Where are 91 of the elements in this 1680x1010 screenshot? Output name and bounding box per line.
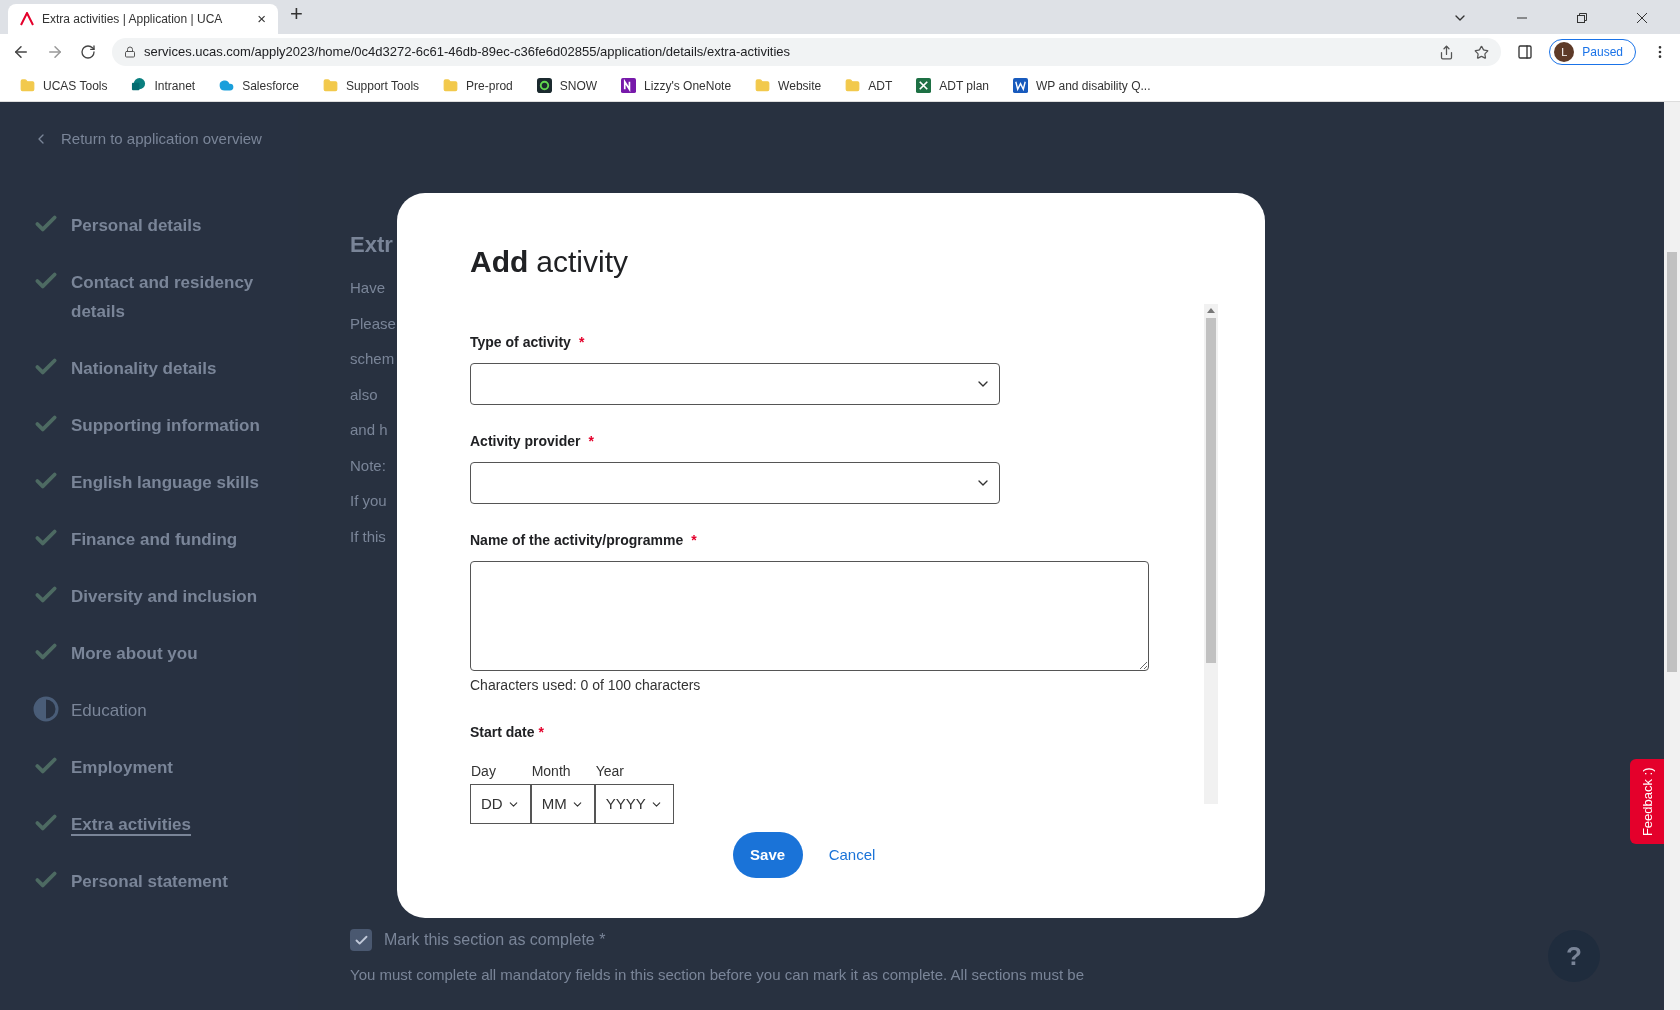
paragraph-text: schem [350,349,395,369]
bookmark[interactable]: Support Tools [318,76,424,95]
nav-link[interactable]: Contact and residency details [71,267,282,326]
page-heading: Extr [350,231,393,259]
complete-checkbox[interactable] [350,929,372,951]
paragraph-text: and h [350,420,388,440]
bookmark[interactable]: Salesforce [215,76,303,95]
notice-text: You must complete all mandatory fields in this section before you can mark it as complete. All sections must be [350,965,1084,985]
date-select[interactable]: MM [530,784,595,824]
bookmark[interactable]: Intranet [127,76,200,95]
nav-link[interactable]: Education [71,695,147,725]
reload-icon[interactable] [80,44,96,60]
url-text: services.ucas.com/apply2023/home/0c4d3272-6c61-46db-89ec-c36fe6d02855/application/details/extra-activities [144,43,792,62]
folder-icon [755,78,771,93]
restore-icon[interactable] [1576,12,1588,24]
field-label: Name of the activity/programme [470,531,684,550]
forward-icon[interactable] [46,43,64,61]
nav-link[interactable]: Diversity and inclusion [71,581,258,611]
nav-link[interactable]: English language skills [71,467,259,497]
field-label: Start date [470,723,535,742]
tab-close[interactable]: × [257,7,266,31]
nav-link[interactable]: Extra activities [71,809,191,839]
date-part-label: Day [470,762,497,781]
help-button[interactable]: ? [1548,930,1600,982]
browser-tab[interactable]: Extra activities | Application | UCA × [8,4,278,34]
new-tab-button[interactable]: + [278,0,315,34]
modal-title: Add activity [470,244,629,280]
folder-icon [443,78,459,93]
nav-link[interactable]: Personal statement [71,866,228,896]
share-icon[interactable] [1439,44,1455,60]
bookmark[interactable]: SNOW [532,76,602,95]
nav-link[interactable]: Supporting information [71,410,260,440]
logo-icon [20,12,34,26]
required-mark: * [578,333,585,352]
modal-scrollbar[interactable] [1204,304,1218,804]
lock-icon [124,46,136,58]
half-circle-icon [33,695,59,722]
app-icon [536,78,552,93]
select-field[interactable] [470,462,1000,504]
avatar: L [1554,42,1575,62]
field-label: Activity provider [470,432,581,451]
side-panel-icon[interactable] [1517,44,1534,60]
folder-icon [322,78,338,93]
character-count: Characters used: 0 of 100 characters [470,676,702,695]
bookmark-star-icon[interactable] [1474,44,1490,60]
nav-link[interactable]: Personal details [71,210,202,240]
bookmark[interactable]: ADT plan [912,76,994,95]
paragraph-text: Please [350,313,396,334]
cloud-icon [219,78,235,93]
date-part-label: Year [594,762,625,781]
checkbox-label: Mark this section as complete * [384,930,606,950]
save-button[interactable]: Save [732,832,803,878]
required-mark: * [538,723,545,742]
text-area[interactable] [470,561,1149,671]
bookmark[interactable]: ADT [841,76,897,95]
nav-link[interactable]: More about you [71,638,198,668]
paragraph-text: If you [350,491,387,511]
paragraph-text: also [350,384,378,405]
bookmark[interactable]: UCAS Tools [16,76,112,95]
folder-icon [845,78,861,93]
bookmark[interactable]: Website [751,76,826,95]
onenote-icon [621,78,637,93]
cancel-link[interactable]: Cancel [828,843,876,867]
field-label: Type of activity [470,333,571,352]
nav-link[interactable]: Nationality details [71,353,217,383]
close-icon[interactable] [1636,12,1648,24]
folder-icon [20,78,35,93]
scroll-up-icon[interactable] [1207,307,1215,315]
date-part-label: Month [530,762,572,781]
spreadsheet-icon [916,78,932,93]
profile-status: Paused [1582,44,1623,61]
back-link[interactable]: Return to application overview [33,128,298,151]
feedback-tab[interactable]: Feedback :) [1630,759,1664,844]
nav-link[interactable]: Employment [71,752,174,782]
bookmark[interactable]: Lizzy's OneNote [617,76,736,95]
back-icon[interactable] [12,43,30,61]
tab-title: Extra activities | Application | UCA [42,11,224,28]
document-icon [1013,78,1029,93]
select-field[interactable] [470,363,1000,405]
nav-link[interactable]: Finance and funding [71,524,238,554]
scrollbar[interactable] [1664,102,1680,1010]
required-mark: * [588,432,594,451]
date-select[interactable]: YYYY [594,784,674,824]
required-mark: * [691,531,697,550]
bookmark[interactable]: WP and disability Q... [1009,76,1155,95]
paragraph-text: Note: [350,455,386,476]
paragraph-text: Have [350,278,386,298]
address-bar[interactable]: services.ucas.com/apply2023/home/0c4d3272-6c61-46db-89ec-c36fe6d02855/application/details/extra-activities [112,38,1502,66]
bookmark[interactable]: Pre-prod [439,76,517,95]
paragraph-text: If this [350,526,386,547]
date-select[interactable]: DD [470,784,531,824]
